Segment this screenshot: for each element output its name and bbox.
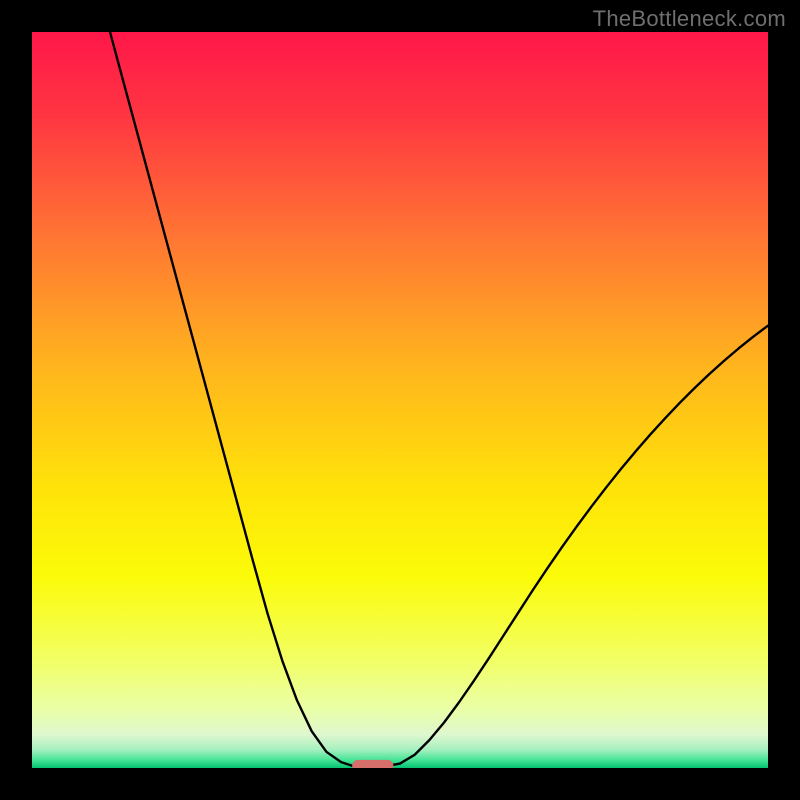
- chart-frame: TheBottleneck.com: [0, 0, 800, 800]
- bottom-highlight: [352, 760, 393, 768]
- plot-area: [32, 32, 768, 768]
- watermark-text: TheBottleneck.com: [593, 6, 786, 32]
- gradient-background: [32, 32, 768, 768]
- plot-svg: [32, 32, 768, 768]
- marker-group: [352, 760, 393, 768]
